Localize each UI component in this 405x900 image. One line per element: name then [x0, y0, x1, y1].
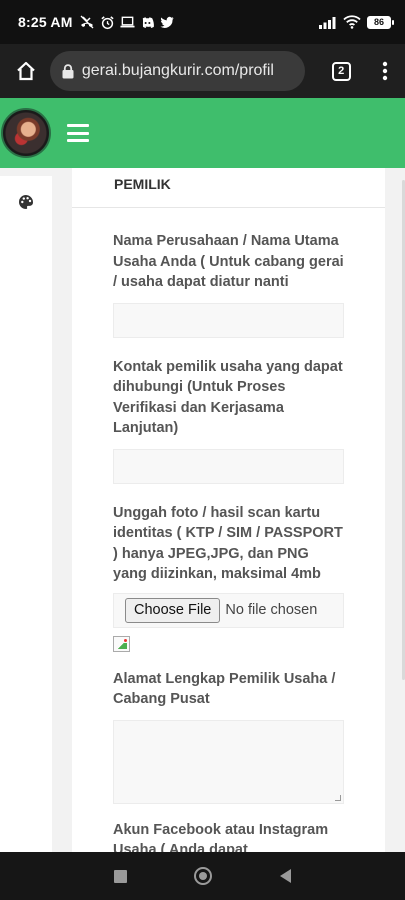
system-nav-bar [0, 852, 405, 900]
notification-icons [79, 14, 174, 30]
twitter-icon [160, 16, 174, 28]
wifi-icon [343, 15, 361, 29]
status-time: 8:25 AM [18, 14, 73, 30]
menu-icon-bar [67, 139, 89, 142]
recents-button[interactable] [113, 869, 127, 883]
palette-icon[interactable] [18, 194, 34, 210]
signal-icon [319, 16, 336, 29]
missed-call-icon [80, 15, 94, 29]
file-input: Choose File No file chosen [113, 592, 344, 628]
address-field: Alamat Lengkap Pemilik Usaha / Cabang Pu… [72, 669, 385, 804]
menu-icon-bar [67, 131, 89, 135]
broken-image-icon [113, 635, 130, 652]
tab-count: 2 [331, 61, 351, 81]
menu-icon-bar [67, 124, 89, 127]
owner-contact-label: Kontak pemilik usaha yang dapat dihubung… [113, 358, 343, 437]
alarm-icon [100, 15, 114, 29]
address-label: Alamat Lengkap Pemilik Usaha / Cabang Pu… [113, 670, 336, 708]
id-upload-field: Unggah foto / hasil scan kartu identitas… [72, 503, 385, 652]
side-panel [0, 176, 52, 852]
battery-icon: 86 [367, 15, 394, 29]
phone-screen: 8:25 AM 86 gerai.bujangkurir.com/profil … [0, 0, 405, 900]
user-avatar[interactable] [1, 108, 51, 158]
file-status-text: No file chosen [225, 602, 318, 618]
laptop-icon [120, 16, 135, 28]
lock-icon [62, 63, 74, 78]
url-text: gerai.bujangkurir.com/profil [81, 62, 274, 79]
home-button[interactable] [194, 867, 213, 885]
status-bar: 8:25 AM 86 [0, 0, 405, 44]
address-bar[interactable]: gerai.bujangkurir.com/profil [49, 51, 306, 91]
menu-icon[interactable] [67, 124, 89, 142]
owner-contact-field: Kontak pemilik usaha yang dapat dihubung… [72, 357, 385, 484]
browser-toolbar: gerai.bujangkurir.com/profil 2 [0, 44, 405, 98]
address-textarea[interactable] [113, 719, 344, 804]
browser-home-button[interactable] [2, 47, 50, 95]
home-icon [17, 61, 35, 81]
company-name-field: Nama Perusahaan / Nama Utama Usaha Anda … [72, 231, 385, 338]
browser-menu-button[interactable] [365, 47, 405, 95]
owner-contact-input[interactable] [113, 448, 344, 484]
company-name-input[interactable] [113, 302, 344, 338]
system-status-icons: 86 [319, 15, 394, 29]
page-content: PEMILIK Nama Perusahaan / Nama Utama Usa… [0, 168, 405, 852]
id-upload-label: Unggah foto / hasil scan kartu identitas… [113, 504, 343, 583]
app-header [0, 98, 405, 168]
choose-file-button[interactable]: Choose File [125, 597, 221, 623]
more-vert-icon [382, 61, 388, 81]
home-button-dot [199, 872, 208, 880]
tab-switcher-button[interactable]: 2 [317, 47, 365, 95]
owner-form-card: PEMILIK Nama Perusahaan / Nama Utama Usa… [72, 168, 385, 852]
social-account-label: Akun Facebook atau Instagram Usaha ( And… [113, 821, 329, 853]
back-button[interactable] [280, 869, 292, 883]
discord-icon [142, 16, 154, 28]
section-title: PEMILIK [72, 168, 385, 208]
company-name-label: Nama Perusahaan / Nama Utama Usaha Anda … [113, 233, 344, 290]
social-account-field: Akun Facebook atau Instagram Usaha ( And… [72, 820, 385, 853]
battery-level: 86 [373, 17, 384, 27]
